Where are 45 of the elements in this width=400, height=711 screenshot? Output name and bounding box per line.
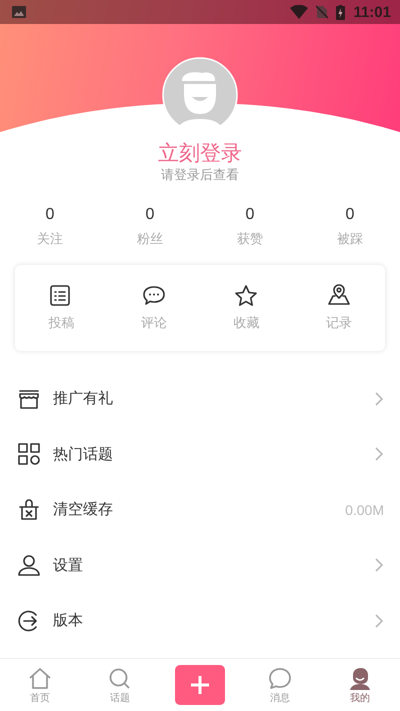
shortcut-button[interactable]: 评论 bbox=[108, 284, 200, 332]
stat-label: 获赞 bbox=[237, 231, 263, 249]
plus-icon bbox=[190, 675, 210, 695]
location-pin-icon bbox=[326, 284, 351, 306]
chevron-icon bbox=[374, 557, 384, 574]
menu-item[interactable]: 热门话题 bbox=[0, 426, 400, 482]
nav-tab[interactable]: 话题 bbox=[108, 665, 132, 705]
login-link[interactable]: 立刻登录 bbox=[158, 139, 242, 167]
chevron-icon bbox=[374, 612, 384, 629]
menu-item[interactable]: 版本 bbox=[0, 593, 400, 648]
nav-tab[interactable]: 我的 bbox=[348, 665, 372, 705]
login-hint: 请登录后查看 bbox=[161, 167, 239, 185]
stat-count: 0 bbox=[46, 205, 54, 225]
stat-count: 0 bbox=[146, 205, 154, 225]
star-icon bbox=[234, 284, 258, 306]
add-button[interactable] bbox=[175, 665, 225, 705]
person-icon bbox=[348, 667, 372, 690]
wifi-icon bbox=[290, 5, 308, 19]
menu-item[interactable]: 清空缓存 0.00M bbox=[0, 482, 400, 538]
chevron-icon bbox=[374, 390, 384, 407]
battery-icon bbox=[336, 4, 346, 20]
stat-count: 0 bbox=[246, 205, 254, 225]
trash-icon bbox=[17, 498, 41, 522]
home-icon bbox=[28, 667, 52, 690]
nav-tab[interactable]: 消息 bbox=[268, 665, 292, 705]
comment-icon bbox=[142, 284, 166, 306]
speech-bubble-icon bbox=[268, 667, 292, 690]
stat-label: 被踩 bbox=[337, 231, 363, 249]
stat-label: 粉丝 bbox=[137, 231, 163, 249]
shortcut-button[interactable]: 收藏 bbox=[200, 284, 292, 332]
stat-count: 0 bbox=[346, 205, 354, 225]
grid-icon bbox=[17, 442, 41, 466]
search-icon bbox=[108, 667, 132, 690]
image-icon bbox=[12, 6, 26, 18]
menu-item[interactable]: 推广有礼 bbox=[0, 371, 400, 426]
shortcut-button[interactable]: 记录 bbox=[292, 284, 385, 332]
chevron-icon bbox=[374, 446, 384, 462]
shortcut-button[interactable]: 投稿 bbox=[15, 284, 108, 332]
nav-tab[interactable]: 首页 bbox=[28, 665, 52, 705]
clock-time: 11:01 bbox=[353, 4, 391, 20]
stat-label: 关注 bbox=[37, 231, 63, 249]
no-sim-icon bbox=[316, 5, 328, 19]
user-icon bbox=[17, 553, 41, 578]
avatar-icon bbox=[162, 57, 238, 133]
menu-item[interactable]: 设置 bbox=[0, 538, 400, 593]
